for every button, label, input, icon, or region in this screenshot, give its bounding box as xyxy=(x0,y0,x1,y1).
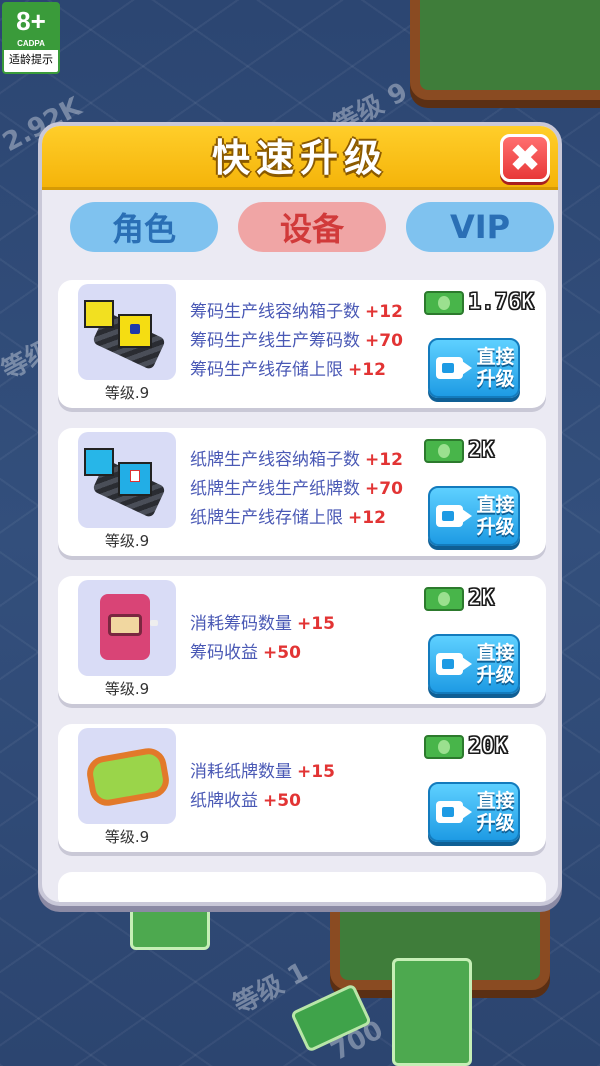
upgrade-card: 等级.9 筹码生产线容纳箱子数 +12 筹码生产线生产筹码数 +70 筹码生产线存储… xyxy=(58,280,546,408)
stat-line: 筹码生产线生产筹码数 +70 xyxy=(190,331,403,351)
age-rating-badge: 8+ CADPA 适龄提示 xyxy=(2,2,60,74)
upgrade-card-partial xyxy=(58,872,546,902)
upgrade-card: 等级.9 纸牌生产线容纳箱子数 +12 纸牌生产线生产纸牌数 +70 纸牌生产线存储… xyxy=(58,428,546,556)
age-rating-number: 8+ xyxy=(4,4,58,38)
stat-line: 消耗纸牌数量 +15 xyxy=(190,762,335,782)
tab-equipment[interactable]: 设备 xyxy=(238,202,386,252)
upgrade-button-label: 直接 升级 xyxy=(476,346,515,390)
slot-machine-icon xyxy=(78,580,176,676)
stat-line: 纸牌收益 +50 xyxy=(190,791,301,811)
price-tag: 1.76K xyxy=(424,290,535,316)
price-tag: 20K xyxy=(424,734,509,760)
video-camera-icon xyxy=(436,801,473,823)
price-value: 2K xyxy=(468,438,495,464)
background-card-table xyxy=(410,0,600,100)
upgrade-button-label: 直接 升级 xyxy=(476,494,515,538)
stat-line: 纸牌生产线容纳箱子数 +12 xyxy=(190,450,403,470)
direct-upgrade-button[interactable]: 直接 升级 xyxy=(428,782,520,842)
dialog-title: 快速升级 xyxy=(211,136,388,180)
upgrade-button-label: 直接 升级 xyxy=(476,790,515,834)
stat-line: 筹码生产线存储上限 +12 xyxy=(190,360,386,380)
quick-upgrade-dialog: 快速升级 ✖ 角色 设备 VIP 等级.9 筹码生产线容纳箱子数 +12 筹码生产… xyxy=(38,122,562,906)
background-cash-stack xyxy=(392,958,472,1066)
cash-icon xyxy=(424,734,464,759)
level-label: 等级.9 xyxy=(104,828,150,846)
price-value: 1.76K xyxy=(467,290,535,316)
stat-line: 纸牌生产线生产纸牌数 +70 xyxy=(190,479,403,499)
cash-icon xyxy=(424,438,464,463)
close-icon: ✖ xyxy=(509,136,541,180)
card-table-icon xyxy=(78,728,176,824)
stat-list: 消耗筹码数量 +15 筹码收益 +50 xyxy=(190,610,335,668)
stat-line: 筹码收益 +50 xyxy=(190,643,301,663)
stat-line: 筹码生产线容纳箱子数 +12 xyxy=(190,302,403,322)
direct-upgrade-button[interactable]: 直接 升级 xyxy=(428,486,520,546)
price-tag: 2K xyxy=(424,438,495,464)
cash-icon xyxy=(424,290,464,315)
tab-vip[interactable]: VIP xyxy=(406,202,554,252)
stat-list: 筹码生产线容纳箱子数 +12 筹码生产线生产筹码数 +70 筹码生产线存储上限 +12 xyxy=(190,298,403,385)
video-camera-icon xyxy=(436,357,473,379)
close-button[interactable]: ✖ xyxy=(500,134,550,182)
video-camera-icon xyxy=(436,653,473,675)
dialog-header: 快速升级 ✖ xyxy=(42,126,558,190)
price-value: 2K xyxy=(468,586,495,612)
stat-line: 消耗筹码数量 +15 xyxy=(190,614,335,634)
age-rating-tip: 适龄提示 xyxy=(9,53,53,66)
stat-list: 消耗纸牌数量 +15 纸牌收益 +50 xyxy=(190,758,335,816)
upgrade-button-label: 直接 升级 xyxy=(476,642,515,686)
direct-upgrade-button[interactable]: 直接 升级 xyxy=(428,634,520,694)
tab-bar: 角色 设备 VIP xyxy=(66,202,554,254)
level-label: 等级.9 xyxy=(104,384,150,402)
card-production-line-icon xyxy=(78,432,176,528)
upgrade-card: 等级.9 消耗筹码数量 +15 筹码收益 +50 2K 直接 升级 xyxy=(58,576,546,704)
stat-list: 纸牌生产线容纳箱子数 +12 纸牌生产线生产纸牌数 +70 纸牌生产线存储上限 +12 xyxy=(190,446,403,533)
background-cash-stack xyxy=(130,900,210,950)
level-label: 等级.9 xyxy=(104,680,150,698)
tab-character[interactable]: 角色 xyxy=(70,202,218,252)
price-value: 20K xyxy=(468,734,509,760)
age-rating-org: CADPA xyxy=(4,38,58,50)
upgrade-card: 等级.9 消耗纸牌数量 +15 纸牌收益 +50 20K 直接 升级 xyxy=(58,724,546,852)
stat-line: 纸牌生产线存储上限 +12 xyxy=(190,508,386,528)
direct-upgrade-button[interactable]: 直接 升级 xyxy=(428,338,520,398)
video-camera-icon xyxy=(436,505,473,527)
price-tag: 2K xyxy=(424,586,495,612)
chip-production-line-icon xyxy=(78,284,176,380)
cash-icon xyxy=(424,586,464,611)
level-label: 等级.9 xyxy=(104,532,150,550)
